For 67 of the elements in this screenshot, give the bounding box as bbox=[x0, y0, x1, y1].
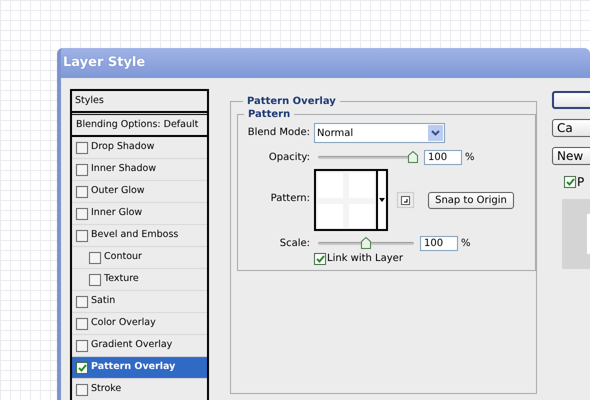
style-list-item[interactable]: Texture bbox=[72, 269, 207, 291]
checkbox[interactable] bbox=[89, 274, 101, 286]
snap-to-origin-button[interactable]: Snap to Origin bbox=[428, 192, 514, 208]
slider-track[interactable] bbox=[318, 150, 418, 164]
style-list-item[interactable]: Outer Glow bbox=[72, 181, 207, 203]
checkbox[interactable] bbox=[76, 230, 88, 242]
field-label: Pattern: bbox=[270, 192, 310, 206]
field-label: Scale: bbox=[278, 236, 310, 250]
checkbox[interactable] bbox=[89, 252, 101, 264]
value-field[interactable]: 100 bbox=[420, 236, 458, 250]
style-list-item[interactable]: Contour bbox=[72, 247, 207, 269]
checkbox[interactable] bbox=[76, 362, 88, 374]
item-label: Gradient Overlay bbox=[91, 338, 172, 352]
preview-box bbox=[562, 199, 590, 269]
item-label: Contour bbox=[104, 250, 142, 264]
item-label: Stroke bbox=[91, 382, 122, 396]
item-label: Pattern Overlay bbox=[91, 360, 176, 374]
unit-label: % bbox=[461, 236, 471, 250]
style-list-item[interactable]: Bevel and Emboss bbox=[72, 225, 207, 247]
style-list-item[interactable]: Inner Glow bbox=[72, 203, 207, 225]
item-label: Color Overlay bbox=[91, 316, 156, 330]
style-list-item[interactable]: Drop Shadow bbox=[72, 137, 207, 159]
item-label: Bevel and Emboss bbox=[91, 228, 178, 242]
section-title: Pattern Overlay bbox=[246, 95, 337, 109]
window-title: Layer Style bbox=[63, 54, 146, 72]
checkbox[interactable] bbox=[564, 176, 576, 188]
caret-down-icon bbox=[379, 198, 385, 202]
checkbox[interactable] bbox=[76, 164, 88, 176]
field-label: Blend Mode: bbox=[246, 126, 310, 140]
chevron-down-icon bbox=[428, 125, 443, 141]
dialog-button[interactable]: Ca bbox=[552, 119, 590, 137]
slider-track[interactable] bbox=[318, 236, 414, 250]
item-label: Satin bbox=[91, 294, 116, 308]
new-preset-icon bbox=[401, 196, 410, 204]
dropdown-value: Normal bbox=[317, 126, 354, 140]
group-title: Pattern bbox=[247, 108, 292, 122]
style-list-item[interactable]: Color Overlay bbox=[72, 313, 207, 335]
field-label: Opacity: bbox=[268, 150, 310, 164]
blend-mode-dropdown[interactable]: Normal bbox=[314, 123, 445, 143]
checkbox[interactable] bbox=[76, 208, 88, 220]
checkbox[interactable] bbox=[76, 340, 88, 352]
value-field[interactable]: 100 bbox=[424, 150, 462, 164]
checkbox[interactable] bbox=[314, 252, 326, 264]
slider-thumb[interactable] bbox=[408, 151, 418, 163]
checkbox-label: Link with Layer bbox=[327, 252, 403, 266]
item-label: Outer Glow bbox=[91, 184, 145, 198]
item-label: Inner Shadow bbox=[91, 162, 156, 176]
checkbox[interactable] bbox=[76, 318, 88, 330]
checkbox[interactable] bbox=[76, 384, 88, 396]
checkbox-label: P bbox=[577, 174, 584, 191]
new-preset-button[interactable] bbox=[397, 192, 414, 208]
style-list-item[interactable]: Stroke bbox=[72, 379, 207, 400]
style-list-item[interactable]: Inner Shadow bbox=[72, 159, 207, 181]
slider-thumb[interactable] bbox=[361, 237, 371, 249]
style-list-item[interactable]: Pattern Overlay bbox=[72, 357, 207, 379]
style-list-item[interactable]: Blending Options: Default bbox=[72, 115, 207, 137]
pattern-swatch bbox=[316, 171, 376, 229]
pattern-picker[interactable] bbox=[314, 169, 388, 231]
dialog-button[interactable]: New bbox=[552, 147, 590, 165]
unit-label: % bbox=[465, 150, 475, 164]
checkbox[interactable] bbox=[76, 296, 88, 308]
item-label: Inner Glow bbox=[91, 206, 142, 220]
style-list-item[interactable]: Satin bbox=[72, 291, 207, 313]
checkbox[interactable] bbox=[76, 142, 88, 154]
checkbox[interactable] bbox=[76, 186, 88, 198]
item-label: Texture bbox=[104, 272, 139, 286]
item-label: Drop Shadow bbox=[91, 140, 154, 154]
